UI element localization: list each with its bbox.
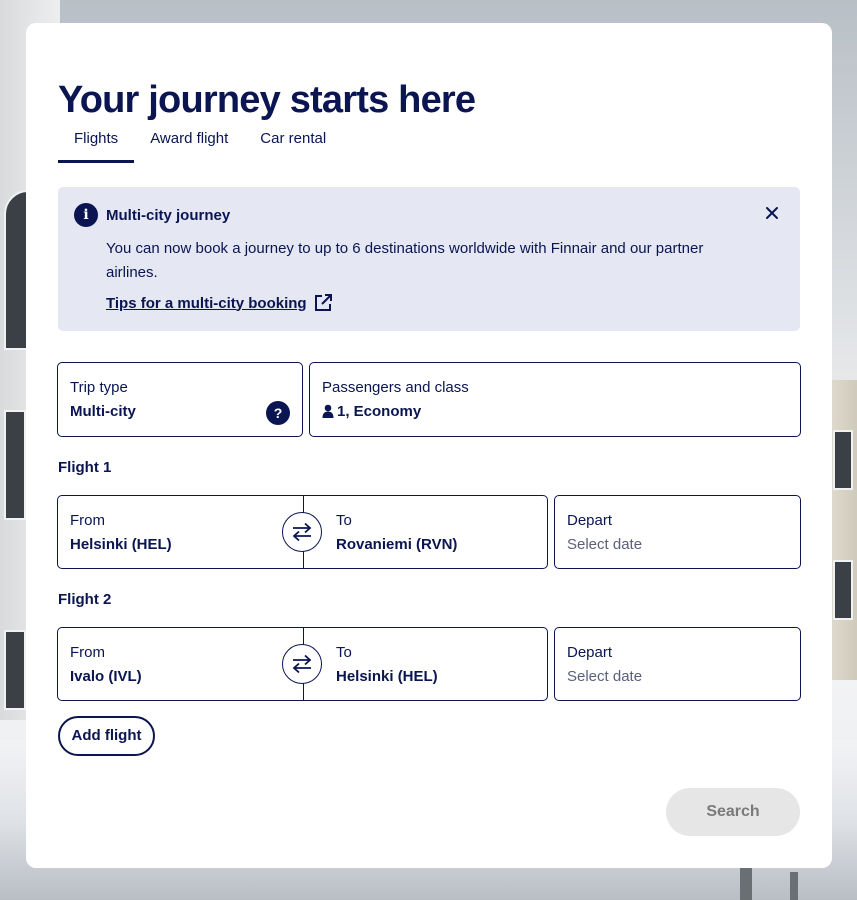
booking-card: Your journey starts here Flights Award f… [26, 23, 832, 868]
multi-city-notice: i Multi-city journey You can now book a … [58, 187, 800, 331]
search-button[interactable]: Search [666, 788, 800, 836]
external-link-icon [314, 294, 332, 311]
notice-link-label: Tips for a multi-city booking [106, 294, 307, 312]
depart-label: Depart [567, 644, 613, 661]
person-icon [322, 404, 334, 418]
to-label: To [336, 644, 352, 661]
flight-1-heading: Flight 1 [58, 459, 112, 476]
depart-label: Depart [567, 512, 613, 529]
notice-title: Multi-city journey [106, 207, 231, 224]
swap-icon [292, 522, 312, 542]
to-value: Rovaniemi (RVN) [336, 536, 458, 553]
flight-1-depart-date[interactable]: Depart Select date [554, 495, 801, 569]
flight-2-route: From Ivalo (IVL) To Helsinki (HEL) [57, 627, 548, 701]
trip-type-select[interactable]: Trip type Multi-city ? [57, 362, 303, 437]
tab-flights[interactable]: Flights [58, 131, 135, 163]
multi-city-tips-link[interactable]: Tips for a multi-city booking [106, 293, 333, 313]
to-value: Helsinki (HEL) [336, 668, 438, 685]
swap-airports-button[interactable] [282, 512, 322, 552]
trip-type-label: Trip type [70, 379, 128, 396]
passengers-label: Passengers and class [322, 379, 469, 396]
flight-1-to-field[interactable]: To Rovaniemi (RVN) [303, 496, 548, 568]
depart-placeholder: Select date [567, 536, 643, 553]
flight-1-route: From Helsinki (HEL) To Rovaniemi (RVN) [57, 495, 548, 569]
close-icon[interactable] [764, 205, 780, 221]
page-title: Your journey starts here [58, 79, 476, 121]
swap-airports-button[interactable] [282, 644, 322, 684]
booking-tabs: Flights Award flight Car rental [58, 131, 342, 163]
tab-car-rental[interactable]: Car rental [244, 131, 342, 163]
add-flight-button[interactable]: Add flight [58, 716, 155, 756]
tab-award-flight[interactable]: Award flight [134, 131, 244, 163]
help-icon[interactable]: ? [266, 401, 290, 425]
swap-icon [292, 654, 312, 674]
trip-type-value: Multi-city [70, 403, 136, 420]
flight-2-to-field[interactable]: To Helsinki (HEL) [303, 628, 548, 700]
from-value: Helsinki (HEL) [70, 536, 172, 553]
flight-2-from-field[interactable]: From Ivalo (IVL) [58, 628, 303, 700]
depart-placeholder: Select date [567, 668, 643, 685]
passengers-value-wrap: 1, Economy [322, 403, 421, 420]
flight-2-depart-date[interactable]: Depart Select date [554, 627, 801, 701]
from-label: From [70, 644, 105, 661]
notice-body: You can now book a journey to up to 6 de… [106, 240, 704, 281]
from-label: From [70, 512, 105, 529]
passengers-class-select[interactable]: Passengers and class 1, Economy [309, 362, 801, 437]
passengers-value: 1, Economy [337, 403, 422, 420]
from-value: Ivalo (IVL) [70, 668, 142, 685]
to-label: To [336, 512, 352, 529]
flight-2-heading: Flight 2 [58, 591, 112, 608]
flight-1-from-field[interactable]: From Helsinki (HEL) [58, 496, 303, 568]
info-icon: i [74, 203, 98, 227]
